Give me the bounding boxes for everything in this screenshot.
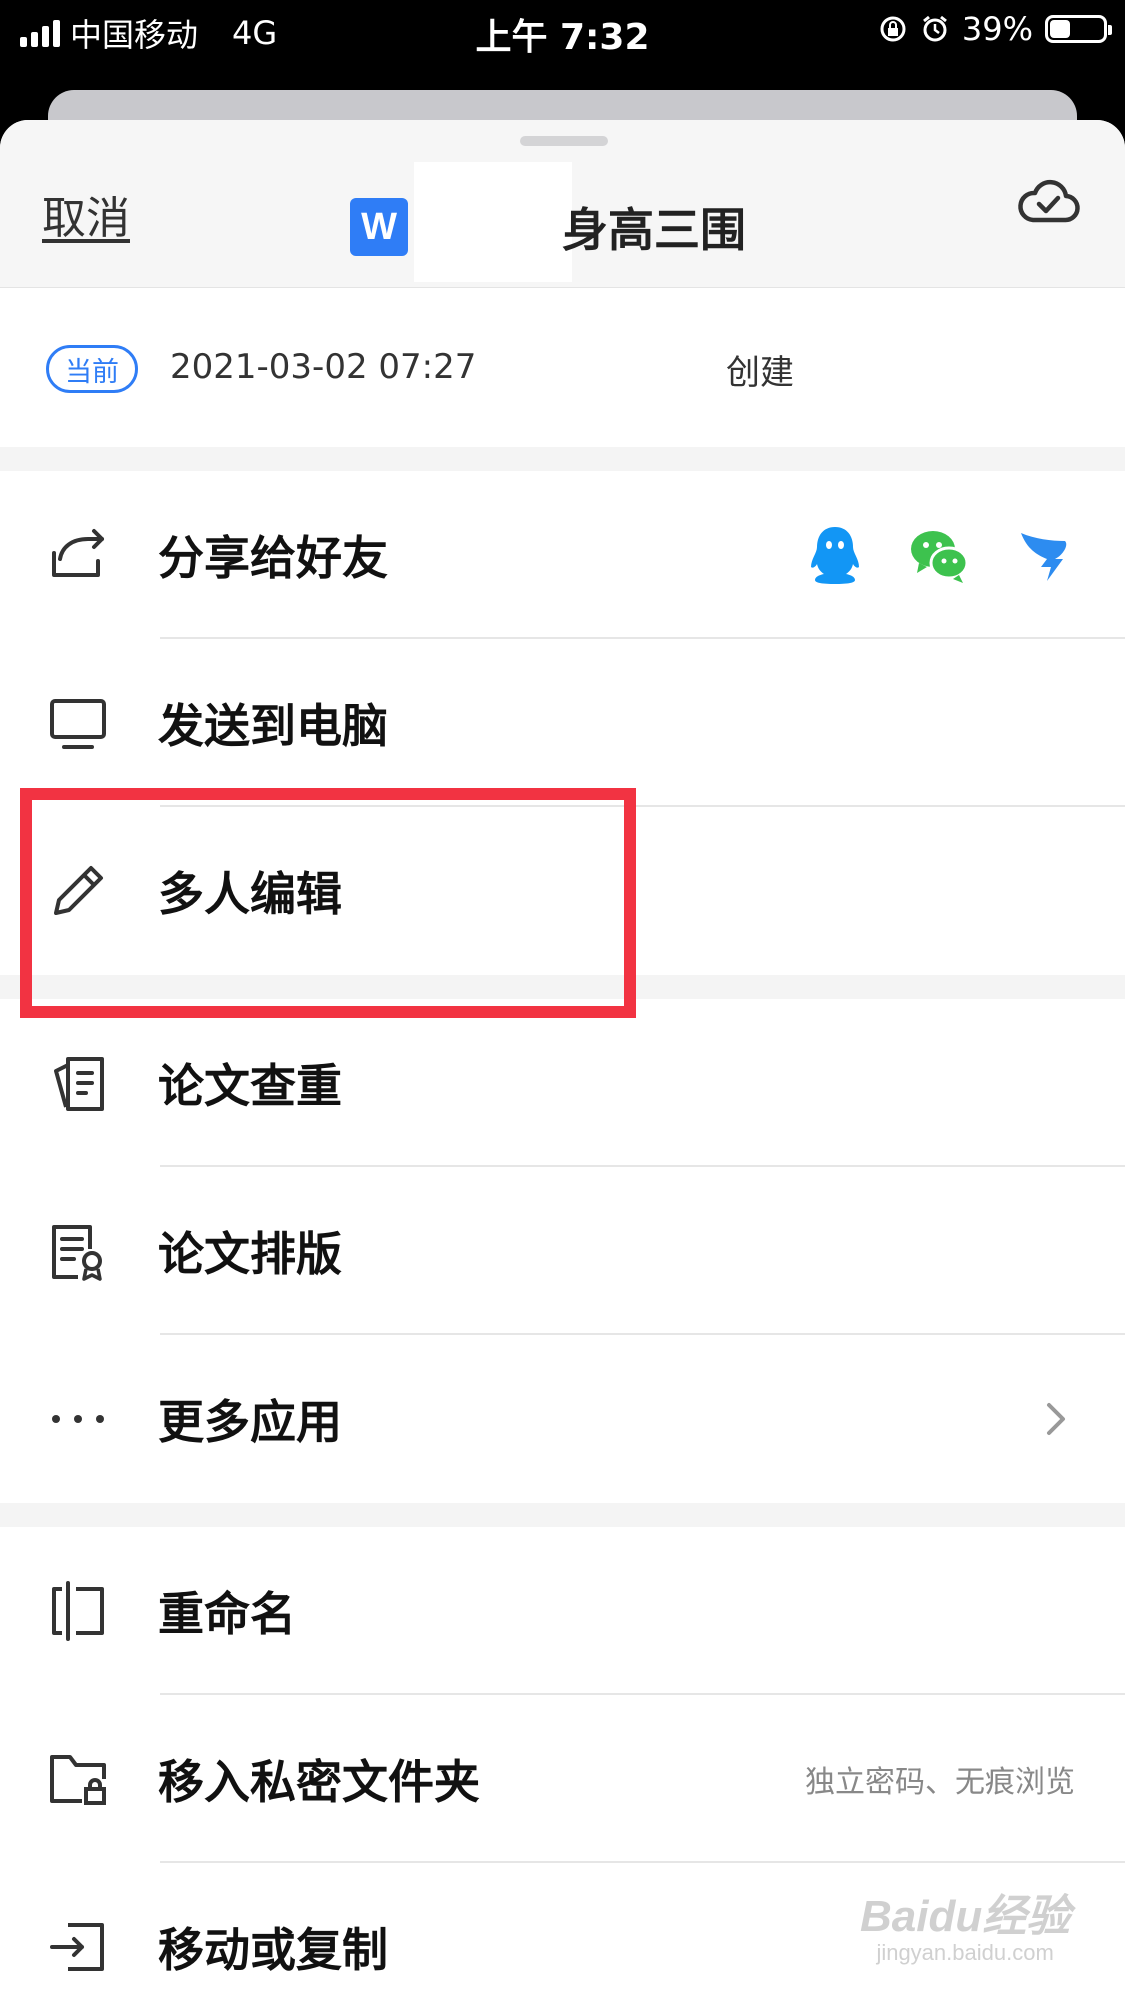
share-icon bbox=[52, 529, 104, 577]
rotation-lock-icon bbox=[880, 16, 906, 42]
doc-title-group: W 身高三围 bbox=[350, 162, 746, 282]
share-targets bbox=[803, 523, 1075, 587]
drag-handle[interactable] bbox=[520, 136, 608, 146]
version-row[interactable]: 当前 2021-03-02 07:27 创建 bbox=[0, 289, 1125, 447]
watermark-sub: jingyan.baidu.com bbox=[876, 1940, 1054, 1965]
cloud-synced-icon[interactable] bbox=[1015, 172, 1081, 232]
menu-item-more-apps[interactable]: 更多应用 bbox=[0, 1335, 1125, 1503]
doc-title: 身高三围 bbox=[562, 203, 746, 257]
move-icon bbox=[50, 1923, 104, 1971]
status-bar: 中国移动 4G 上午 7:32 39% bbox=[0, 0, 1125, 62]
menu-item-hint: 独立密码、无痕浏览 bbox=[805, 1765, 1075, 1800]
menu-item-paper-check[interactable]: 论文查重 bbox=[0, 999, 1125, 1167]
menu-item-private-folder[interactable]: 移入私密文件夹 独立密码、无痕浏览 bbox=[0, 1695, 1125, 1863]
chevron-right-icon bbox=[1047, 1403, 1065, 1435]
menu-item-label: 移入私密文件夹 bbox=[158, 1755, 480, 1809]
menu-item-send-to-pc[interactable]: 发送到电脑 bbox=[0, 639, 1125, 807]
locked-folder-icon bbox=[50, 1755, 106, 1805]
battery-icon bbox=[1045, 15, 1112, 43]
alarm-icon bbox=[922, 15, 947, 42]
menu-item-collab-edit[interactable]: 多人编辑 bbox=[0, 807, 1125, 975]
watermark-text: Baidu经验 bbox=[860, 1892, 1071, 1941]
word-doc-icon: W bbox=[350, 198, 408, 256]
version-creator: 创建 bbox=[726, 353, 794, 393]
menu-item-label: 移动或复制 bbox=[158, 1923, 388, 1977]
watermark: Baidu经验 jingyan.baidu.com bbox=[860, 1880, 1070, 1966]
wechat-icon[interactable] bbox=[907, 523, 971, 587]
menu-item-paper-format[interactable]: 论文排版 bbox=[0, 1167, 1125, 1335]
battery-fill bbox=[1050, 20, 1071, 38]
menu-item-label: 重命名 bbox=[158, 1587, 296, 1641]
menu-item-label: 论文查重 bbox=[158, 1059, 342, 1113]
qq-icon[interactable] bbox=[803, 523, 867, 587]
section-gap bbox=[0, 447, 1125, 471]
menu-item-label: 多人编辑 bbox=[158, 867, 342, 921]
menu-item-label: 发送到电脑 bbox=[158, 699, 388, 753]
menu-item-rename[interactable]: 重命名 bbox=[0, 1527, 1125, 1695]
sheet-header: 取消 W 身高三围 bbox=[0, 120, 1125, 288]
pencil-icon bbox=[54, 866, 103, 915]
redacted-area bbox=[414, 162, 572, 282]
dingtalk-icon[interactable] bbox=[1011, 523, 1075, 587]
menu-item-share[interactable]: 分享给好友 bbox=[0, 471, 1125, 639]
section-gap bbox=[0, 1503, 1125, 1527]
document-check-icon bbox=[54, 1057, 104, 1111]
more-dots-icon bbox=[52, 1415, 104, 1423]
monitor-icon bbox=[50, 699, 106, 749]
version-date: 2021-03-02 07:27 bbox=[170, 347, 477, 387]
rename-icon bbox=[52, 1581, 104, 1641]
menu-item-label: 分享给好友 bbox=[158, 531, 388, 585]
document-format-icon bbox=[52, 1225, 102, 1281]
cancel-button[interactable]: 取消 bbox=[42, 182, 130, 246]
menu-item-label: 论文排版 bbox=[158, 1227, 342, 1281]
menu-item-label: 更多应用 bbox=[158, 1395, 342, 1449]
section-gap bbox=[0, 975, 1125, 999]
current-version-badge: 当前 bbox=[46, 345, 138, 393]
action-sheet: 取消 W 身高三围 当前 2021-03-02 07:27 创建 分享给好友 发… bbox=[0, 120, 1125, 2001]
battery-percent: 39% bbox=[961, 10, 1033, 48]
redacted-creator bbox=[585, 339, 695, 399]
